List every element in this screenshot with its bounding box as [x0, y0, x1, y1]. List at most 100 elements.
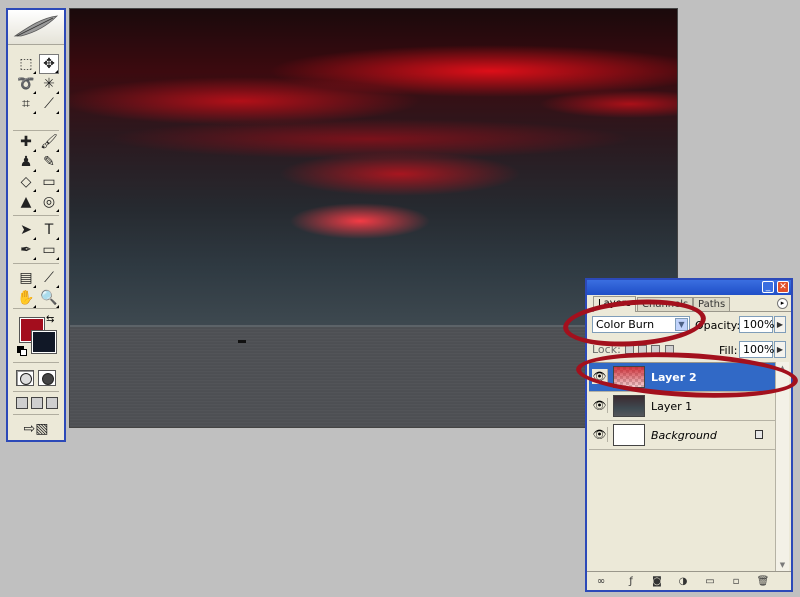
full-screen-mode-button[interactable] [46, 397, 58, 409]
eye-icon[interactable]: 👁 [592, 369, 608, 384]
flyout-indicator [56, 111, 59, 114]
close-button[interactable]: ✕ [777, 281, 789, 293]
default-colors-icon[interactable] [17, 346, 27, 356]
tool-healing-button[interactable]: ✚ [16, 132, 36, 152]
layers-scrollbar[interactable]: ▲ ▼ [775, 362, 789, 572]
layer-name: Background [651, 429, 717, 442]
flyout-indicator [56, 209, 59, 212]
boat-silhouette [238, 340, 246, 343]
tool-pen-button[interactable]: ✒ [16, 240, 36, 260]
delete-layer-icon[interactable]: 🗑 [757, 575, 770, 587]
gradient-icon: ▭ [42, 174, 56, 190]
pen-icon: ✒ [20, 242, 32, 258]
tab-layers[interactable]: Layers [593, 296, 637, 312]
dodge-icon: ◎ [42, 194, 56, 210]
opacity-label: Opacity: [695, 319, 741, 332]
history-brush-icon: ✎ [43, 154, 55, 170]
palette-menu-button[interactable]: ▸ [777, 298, 788, 309]
lock-position-icon[interactable] [651, 345, 660, 354]
tool-eraser-button[interactable]: ◇ [16, 172, 36, 192]
tool-move-button[interactable]: ✥ [39, 54, 59, 74]
eye-icon[interactable]: 👁 [592, 427, 608, 442]
flyout-indicator [56, 257, 59, 260]
layer-mask-icon[interactable]: ◙ [651, 575, 663, 587]
layer-row-background[interactable]: 👁 Background [589, 421, 775, 450]
full-screen-menu-mode-button[interactable] [31, 397, 43, 409]
eye-icon[interactable]: 👁 [592, 398, 608, 413]
quick-mask-mode-button[interactable] [38, 370, 56, 386]
layer-row-layer-1[interactable]: 👁 Layer 1 [589, 392, 775, 421]
flyout-indicator [33, 209, 36, 212]
arrow-icon: ➤ [20, 222, 32, 238]
layers-bottom-bar: ∞ ƒ ◙ ◑ ▭ ▫ 🗑 [587, 571, 791, 590]
blend-mode-value: Color Burn [596, 318, 655, 331]
bandage-icon: ✚ [20, 134, 32, 150]
blend-mode-select[interactable]: Color Burn ▼ [592, 316, 690, 333]
flyout-indicator [33, 111, 36, 114]
tool-marquee-button[interactable]: ⬚ [16, 54, 36, 74]
slice-icon: ⟋ [44, 96, 54, 112]
flyout-indicator [33, 257, 36, 260]
opacity-value: 100% [743, 318, 775, 331]
standard-screen-mode-button[interactable] [16, 397, 28, 409]
move-icon: ✥ [43, 56, 55, 72]
tool-brush-button[interactable]: 🖌 [39, 132, 59, 152]
tab-paths[interactable]: Paths [693, 297, 731, 311]
eyedropper-icon: ⟋ [44, 270, 54, 286]
new-layer-icon[interactable]: ▫ [730, 575, 742, 587]
adjustment-layer-icon[interactable]: ◑ [677, 575, 689, 587]
tool-lasso-button[interactable]: ➰ [16, 74, 36, 94]
tool-crop-button[interactable]: ⌗ [16, 94, 36, 114]
layer-style-icon[interactable]: ƒ [625, 575, 637, 587]
tool-stamp-button[interactable]: ♟ [16, 152, 36, 172]
tool-type-button[interactable]: T [39, 220, 59, 240]
tool-slice-button[interactable]: ⟋ [39, 94, 59, 114]
toolbox-header[interactable] [8, 10, 64, 45]
lock-image-icon[interactable] [638, 345, 647, 354]
tool-notes-button[interactable]: ▤ [16, 268, 36, 288]
lock-label: Lock: [592, 343, 621, 356]
fill-field[interactable]: 100% [739, 341, 775, 358]
tool-dodge-button[interactable]: ◎ [39, 192, 59, 212]
zoom-icon: 🔍 [40, 290, 58, 306]
background-color-swatch[interactable] [31, 330, 57, 354]
tab-channels[interactable]: Channels [637, 297, 694, 311]
notes-icon: ▤ [19, 270, 33, 286]
flyout-indicator [55, 70, 58, 73]
tool-blur-button[interactable]: ▲ [16, 192, 36, 212]
opacity-slider-button[interactable]: ▶ [774, 316, 786, 333]
stamp-icon: ♟ [19, 154, 33, 170]
layers-list: 👁 Layer 2 👁 Layer 1 👁 Background [589, 362, 775, 573]
palette-titlebar[interactable]: _ ✕ [587, 280, 791, 295]
lock-all-icon[interactable] [665, 345, 674, 354]
tool-magic-wand-button[interactable]: ✳ [39, 74, 59, 94]
layer-row-layer-2[interactable]: 👁 Layer 2 [589, 363, 775, 392]
layers-palette: _ ✕ Layers Channels Paths ▸ Color Burn ▼… [585, 278, 793, 592]
lasso-icon: ➰ [17, 76, 35, 92]
eraser-icon: ◇ [20, 174, 32, 190]
tool-divider [13, 215, 59, 216]
tool-gradient-button[interactable]: ▭ [39, 172, 59, 192]
tool-zoom-button[interactable]: 🔍 [39, 288, 59, 308]
fill-value: 100% [743, 343, 775, 356]
layer-name: Layer 2 [651, 371, 697, 384]
lock-transparent-icon[interactable] [625, 345, 634, 354]
tool-history-brush-button[interactable]: ✎ [39, 152, 59, 172]
chevron-down-icon: ▼ [675, 318, 688, 331]
tool-shape-button[interactable]: ▭ [39, 240, 59, 260]
swap-colors-icon[interactable]: ⇆ [46, 314, 54, 325]
link-layers-icon[interactable]: ∞ [595, 575, 607, 587]
jump-to-icon: ⇨▧ [23, 421, 49, 437]
tool-eyedropper-button[interactable]: ⟋ [39, 268, 59, 288]
minimize-button[interactable]: _ [762, 281, 774, 293]
toolbox: ⬚ ✥ ➰ ✳ ⌗ ⟋ ✚ 🖌 ♟ ✎ ◇ ▭ ▲ ◎ ➤ T ✒ ▭ ▤ ⟋ ✋ 🔍 ⇆ ⇨▧ [6, 8, 66, 442]
tool-path-select-button[interactable]: ➤ [16, 220, 36, 240]
scroll-up-icon[interactable]: ▲ [776, 362, 789, 375]
tool-hand-button[interactable]: ✋ [16, 288, 36, 308]
jump-to-imageready-button[interactable]: ⇨▧ [16, 419, 56, 439]
fill-slider-button[interactable]: ▶ [774, 341, 786, 358]
standard-mode-button[interactable] [16, 370, 34, 386]
blur-icon: ▲ [20, 194, 32, 210]
opacity-field[interactable]: 100% [739, 316, 775, 333]
new-group-icon[interactable]: ▭ [704, 575, 716, 587]
